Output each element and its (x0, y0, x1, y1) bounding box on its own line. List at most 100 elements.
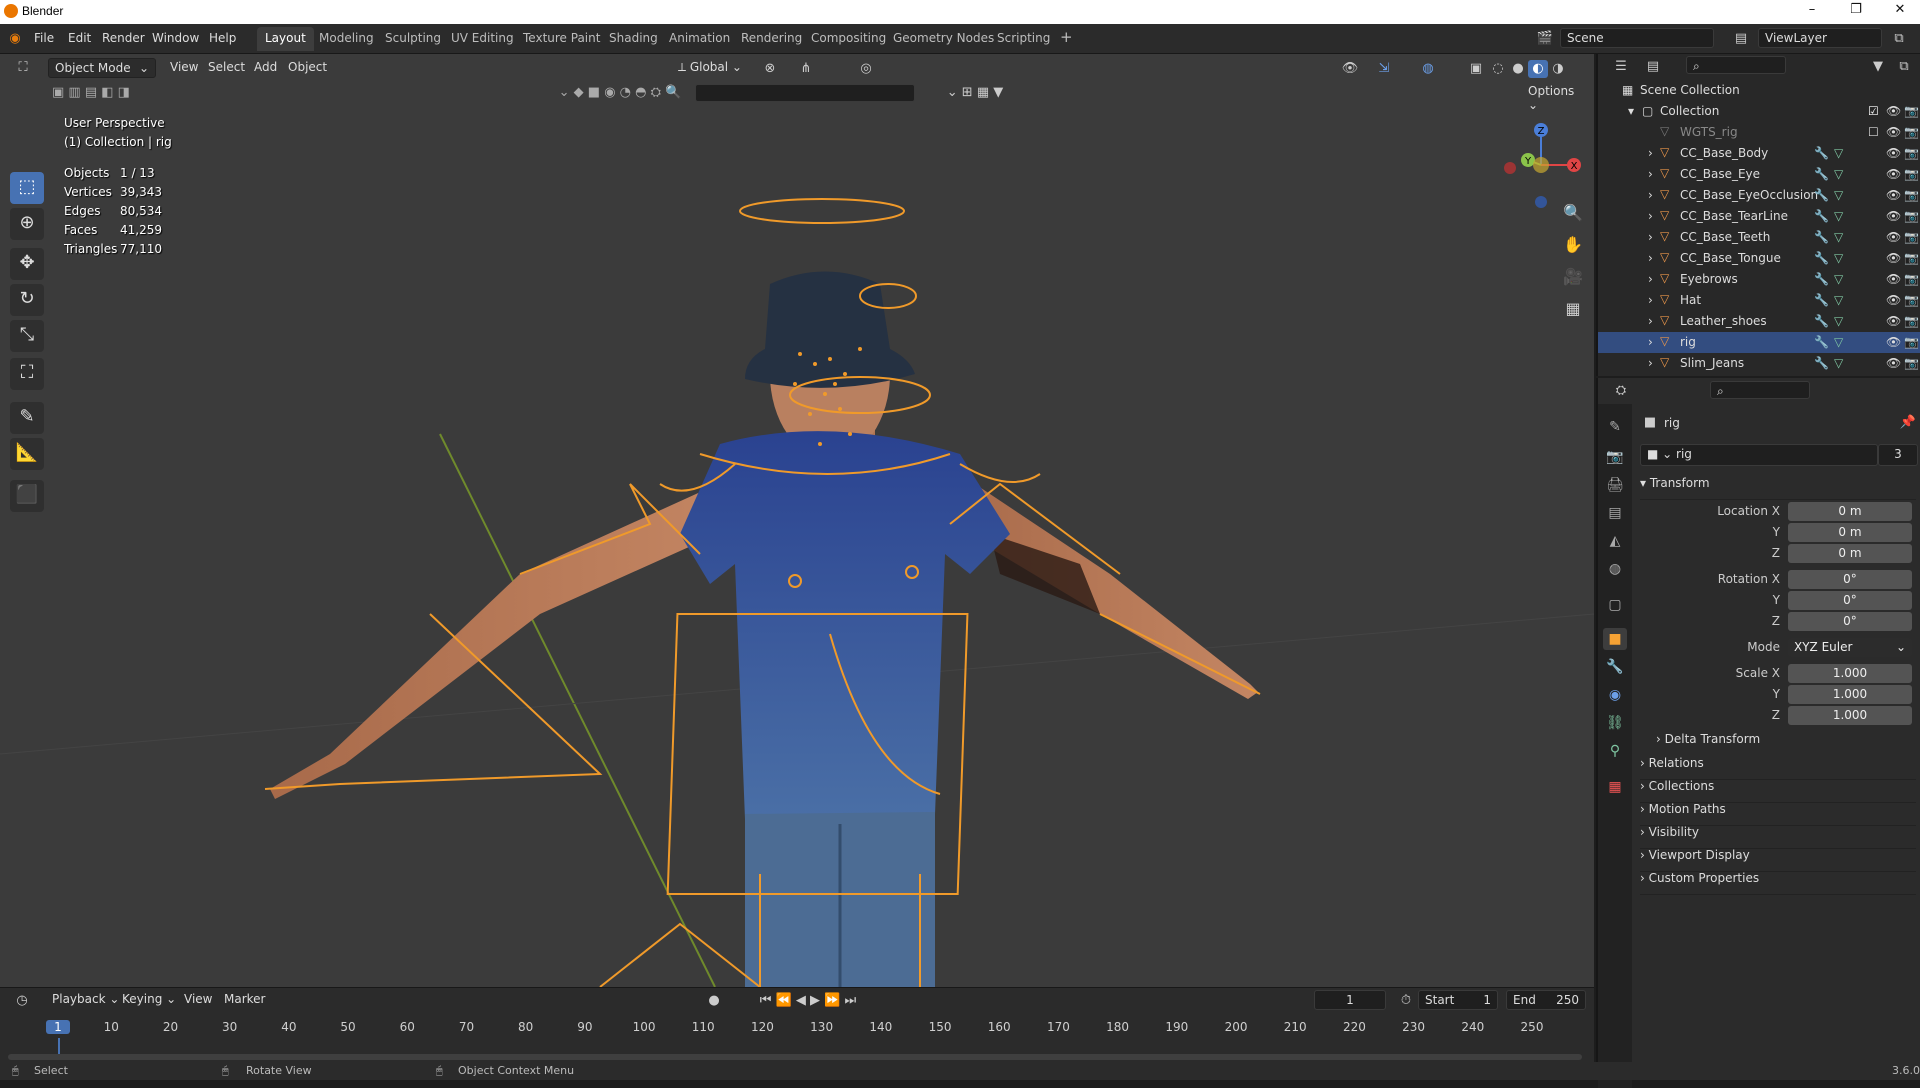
camera-icon[interactable]: 📷 (1904, 314, 1919, 328)
mesh-data-icon[interactable]: ▽ (1834, 167, 1843, 181)
chevron-right-icon[interactable]: › (1648, 251, 1653, 265)
tab-geometry-nodes[interactable]: Geometry Nodes (885, 27, 1002, 51)
select-box-tool-icon[interactable]: ⬚ (10, 172, 44, 204)
eye-icon[interactable]: 👁 (1886, 167, 1901, 181)
solid-shading-icon[interactable]: ● (1508, 60, 1528, 78)
chevron-right-icon[interactable]: › (1648, 230, 1653, 244)
eye-icon[interactable]: 👁 (1886, 272, 1901, 286)
mesh-data-icon[interactable]: ▽ (1834, 209, 1843, 223)
menu-render[interactable]: Render (102, 31, 145, 45)
outliner-item[interactable]: ›▽CC_Base_Body🔧▽☐👁📷 (1598, 143, 1920, 164)
user-count[interactable]: 3 (1878, 444, 1918, 466)
outliner-item[interactable]: ›▽Hat🔧▽☐👁📷 (1598, 290, 1920, 311)
chevron-right-icon[interactable]: › (1648, 335, 1653, 349)
new-collection-icon[interactable]: ⧉ (1894, 58, 1914, 76)
tab-rendering[interactable]: Rendering (733, 27, 810, 51)
properties-editor[interactable]: ⛭ ⌕ ✎ 📷 🖨 ▤ ◭ ◍ ▢ ■ 🔧 ◉ ⛓ ⚲ ▦ ■ rig 📌 ■ … (1596, 378, 1920, 1088)
orientation-dropdown[interactable]: ⟂ Global ⌄ (672, 58, 748, 78)
eye-icon[interactable]: 👁 (1886, 104, 1901, 118)
location-y-field[interactable]: 0 m (1788, 523, 1912, 542)
camera-icon[interactable]: 📷 (1904, 230, 1919, 244)
camera-icon[interactable]: 📷 (1904, 272, 1919, 286)
display-mode-icon[interactable]: ▤ (1642, 58, 1664, 76)
output-tab-icon[interactable]: 🖨 (1603, 474, 1627, 496)
menu-marker[interactable]: Marker (218, 990, 271, 1010)
camera-icon[interactable]: 📷 (1904, 335, 1919, 349)
rotation-mode-dropdown[interactable]: XYZ Euler ⌄ (1788, 638, 1912, 657)
world-tab-icon[interactable]: ◍ (1603, 558, 1627, 580)
tab-uv-editing[interactable]: UV Editing (443, 27, 522, 51)
pin-icon[interactable]: 📌 (1898, 414, 1918, 432)
chevron-right-icon[interactable]: › (1648, 167, 1653, 181)
timeline[interactable]: ◷ Playback ⌄ Keying ⌄ View Marker ● ⏮ ⏪ … (0, 987, 1594, 1062)
playhead[interactable]: 1 (46, 1020, 70, 1034)
data-tab-icon[interactable]: ⚲ (1603, 740, 1627, 762)
modifier-icon[interactable]: 🔧 (1814, 272, 1829, 286)
cursor-tool-icon[interactable]: ⊕ (10, 208, 44, 240)
close-icon[interactable]: ✕ (1890, 2, 1910, 20)
frame-ruler[interactable]: 1 10 20 30 40 50 60 70 80 90 100 110 120 130 140 150 160… (0, 1018, 1594, 1058)
outliner-item[interactable]: ›▽WGTS_rig🔧▽☐👁📷 (1598, 122, 1920, 143)
chevron-right-icon[interactable]: › (1648, 293, 1653, 307)
eye-icon[interactable]: 👁 (1886, 209, 1901, 223)
chevron-right-icon[interactable]: › (1648, 314, 1653, 328)
chevron-right-icon[interactable]: › (1648, 188, 1653, 202)
modifier-icon[interactable]: 🔧 (1814, 356, 1829, 370)
camera-icon[interactable]: 📷 (1904, 251, 1919, 265)
outliner-item[interactable]: ›▽CC_Base_EyeOcclusion🔧▽☐👁📷 (1598, 185, 1920, 206)
menu-keying[interactable]: Keying ⌄ (116, 990, 182, 1010)
camera-view-icon[interactable]: 🎥 (1562, 268, 1584, 286)
timeline-editor-icon[interactable]: ◷ (10, 992, 34, 1010)
chevron-right-icon[interactable]: › (1648, 356, 1653, 370)
checkbox-icon[interactable]: ☐ (1868, 125, 1879, 139)
modifier-icon[interactable]: 🔧 (1814, 146, 1829, 160)
outliner-item[interactable]: ›▽CC_Base_Tongue🔧▽☐👁📷 (1598, 248, 1920, 269)
minimize-icon[interactable]: – (1802, 2, 1822, 20)
camera-icon[interactable]: 📷 (1904, 293, 1919, 307)
tab-layout[interactable]: Layout (257, 27, 314, 51)
add-workspace-icon[interactable]: + (1052, 27, 1081, 51)
mesh-data-icon[interactable]: ▽ (1834, 230, 1843, 244)
panel-delta-transform[interactable]: › Delta Transform (1656, 732, 1916, 756)
tab-animation[interactable]: Animation (661, 27, 738, 51)
panel-visibility[interactable]: › Visibility (1640, 825, 1916, 849)
proportional-edit-icon[interactable]: ◎ (856, 60, 876, 78)
object-tab-icon[interactable]: ■ (1603, 628, 1627, 650)
menu-object[interactable]: Object (282, 58, 333, 78)
eye-icon[interactable]: 👁 (1886, 293, 1901, 307)
modifier-icon[interactable]: 🔧 (1814, 314, 1829, 328)
scale-y-field[interactable]: 1.000 (1788, 685, 1912, 704)
object-mode-dropdown[interactable]: Object Mode ⌄ (48, 58, 156, 78)
transform-panel-header[interactable]: ▾ Transform (1640, 476, 1916, 500)
texture-tab-icon[interactable]: ▦ (1603, 776, 1627, 798)
modifier-icon[interactable]: 🔧 (1814, 230, 1829, 244)
properties-search-field[interactable]: ⌕ (1710, 381, 1810, 399)
outliner-scene-collection[interactable]: ▦ Scene Collection (1598, 80, 1920, 101)
blender-menu-icon[interactable]: ◉ (6, 30, 24, 48)
rotate-tool-icon[interactable]: ↻ (10, 284, 44, 316)
playback-controls-icons[interactable]: ⏮ ⏪ ◀ ▶ ⏩ ⏭ (748, 992, 868, 1010)
outliner-item[interactable]: ›▽Slim_Jeans🔧▽☐👁📷 (1598, 353, 1920, 374)
material-shading-icon[interactable]: ◐ (1528, 60, 1548, 78)
pivot-icon[interactable]: ⊗ (760, 60, 780, 78)
camera-icon[interactable]: 📷 (1904, 104, 1919, 118)
scene-field[interactable]: Scene (1560, 28, 1714, 48)
properties-editor-icon[interactable]: ⛭ (1610, 382, 1632, 400)
select-mode-icons[interactable]: ▣ ▥ ▤ ◧ ◨ (46, 84, 136, 102)
chevron-right-icon[interactable]: › (1648, 146, 1653, 160)
menu-add[interactable]: Add (248, 58, 283, 78)
gizmo-toggle-icon[interactable]: ⇲ (1374, 60, 1394, 78)
visibility-icon[interactable]: 👁 (1340, 60, 1360, 78)
wireframe-shading-icon[interactable]: ◌ (1488, 60, 1508, 78)
timeline-scrollbar[interactable] (8, 1054, 1582, 1060)
ortho-grid-icon[interactable]: ▦ (1562, 300, 1584, 318)
object-name-field[interactable]: ■ ⌄ rig (1640, 444, 1878, 466)
scene-tab-icon[interactable]: ◭ (1603, 530, 1627, 552)
eye-icon[interactable]: 👁 (1886, 230, 1901, 244)
eye-icon[interactable]: 👁 (1886, 251, 1901, 265)
current-frame-field[interactable]: 1 (1314, 990, 1386, 1010)
mesh-data-icon[interactable]: ▽ (1834, 146, 1843, 160)
new-view-layer-icon[interactable]: ⧉ (1888, 30, 1910, 48)
location-z-field[interactable]: 0 m (1788, 544, 1912, 563)
mesh-data-icon[interactable]: ▽ (1834, 188, 1843, 202)
